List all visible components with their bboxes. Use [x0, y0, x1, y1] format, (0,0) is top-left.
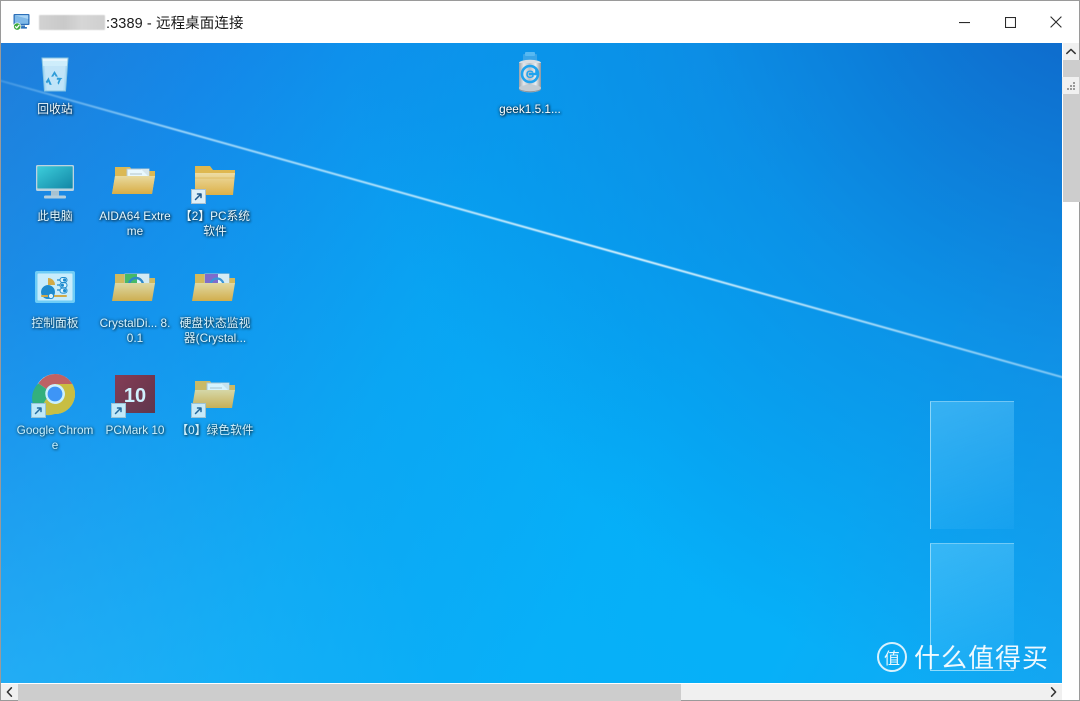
remote-desktop-canvas[interactable]: 回收站 [1, 43, 1062, 683]
vertical-scroll-column [1062, 43, 1079, 700]
desktop-icon-control-panel[interactable]: 控制面板 [15, 263, 95, 331]
desktop-icon-pcmark-10[interactable]: 10 PCMark 10 [95, 370, 175, 438]
remote-desktop-window: :3389 - 远程桌面连接 [0, 0, 1080, 701]
horizontal-scroll-track[interactable] [18, 684, 1045, 700]
title-bar-left: :3389 - 远程桌面连接 [1, 1, 244, 43]
minimize-button[interactable] [941, 1, 987, 43]
folder-doc-icon [111, 156, 159, 204]
folder-doc-icon [191, 370, 239, 418]
shortcut-overlay-icon [31, 403, 46, 418]
icon-label: 回收站 [37, 102, 72, 117]
icon-label: geek1.5.1... [499, 102, 561, 117]
watermark-text: 什么值得买 [914, 638, 1049, 675]
scroll-right-arrow-icon[interactable] [1045, 684, 1062, 700]
watermark-badge: 值 [877, 642, 907, 672]
desktop-icon-crystaldiskinfo[interactable]: CrystalDi... 8.0.1 [95, 263, 175, 345]
windows-logo-panes [912, 383, 1062, 683]
shortcut-overlay-icon [191, 189, 206, 204]
shortcut-overlay-icon [191, 403, 206, 418]
chrome-icon [31, 370, 79, 418]
pcmark-number: 10 [124, 385, 146, 407]
window-title-suffix: :3389 - 远程桌面连接 [106, 12, 244, 33]
icon-label: Google Chrome [16, 423, 94, 452]
window-title: :3389 - 远程桌面连接 [39, 12, 244, 33]
control-panel-icon [31, 263, 79, 311]
pcmark-10-icon: 10 [111, 370, 159, 418]
smzdm-watermark: 值 什么值得买 [877, 638, 1049, 675]
desktop-icon-recycle-bin[interactable]: 回收站 [15, 49, 95, 117]
resize-grip[interactable] [1062, 77, 1079, 94]
redacted-hostname [39, 15, 105, 30]
logo-pane-bottom [930, 543, 1014, 671]
icon-label: 控制面板 [31, 316, 78, 331]
horizontal-scrollbar[interactable] [1, 683, 1062, 700]
desktop-icon-geek-uninstaller[interactable]: G geek1.5.1... [490, 49, 570, 117]
remote-desktop-icon [12, 13, 32, 31]
this-pc-icon [31, 156, 79, 204]
scroll-left-arrow-icon[interactable] [1, 684, 18, 700]
desktop-icon-green-software[interactable]: 【0】绿色软件 [175, 370, 255, 438]
vertical-scrollbar[interactable] [1062, 43, 1079, 77]
icon-label: 【0】绿色软件 [176, 423, 253, 438]
icon-label: 硬盘状态监视器(Crystal... [176, 316, 254, 345]
window-body: 回收站 [1, 43, 1079, 700]
title-bar[interactable]: :3389 - 远程桌面连接 [1, 1, 1079, 43]
folder-purple-doc-icon [191, 263, 239, 311]
maximize-button[interactable] [987, 1, 1033, 43]
icon-label: CrystalDi... 8.0.1 [96, 316, 174, 345]
shortcut-overlay-icon [111, 403, 126, 418]
recycle-bin-icon [31, 49, 79, 97]
icon-label: AIDA64 Extreme [96, 209, 174, 238]
desktop-column: 回收站 [1, 43, 1062, 700]
desktop-icon-aida64[interactable]: AIDA64 Extreme [95, 156, 175, 238]
horizontal-scroll-thumb[interactable] [18, 684, 681, 701]
icon-label: 此电脑 [37, 209, 72, 224]
folder-icon [191, 156, 239, 204]
scroll-up-arrow-icon[interactable] [1063, 43, 1079, 60]
logo-pane-top [930, 401, 1014, 529]
geek-letter: G [526, 69, 535, 81]
desktop-icon-this-pc[interactable]: 此电脑 [15, 156, 95, 224]
geek-uninstaller-icon: G [506, 49, 554, 97]
desktop-icon-pc-system-software[interactable]: 【2】PC系统软件 [175, 156, 255, 238]
desktop-icon-google-chrome[interactable]: Google Chrome [15, 370, 95, 452]
desktop-icon-disk-status-monitor[interactable]: 硬盘状态监视器(Crystal... [175, 263, 255, 345]
icon-label: 【2】PC系统软件 [176, 209, 254, 238]
close-button[interactable] [1033, 1, 1079, 43]
icon-label: PCMark 10 [105, 423, 164, 438]
folder-green-doc-icon [111, 263, 159, 311]
window-controls [941, 1, 1079, 43]
